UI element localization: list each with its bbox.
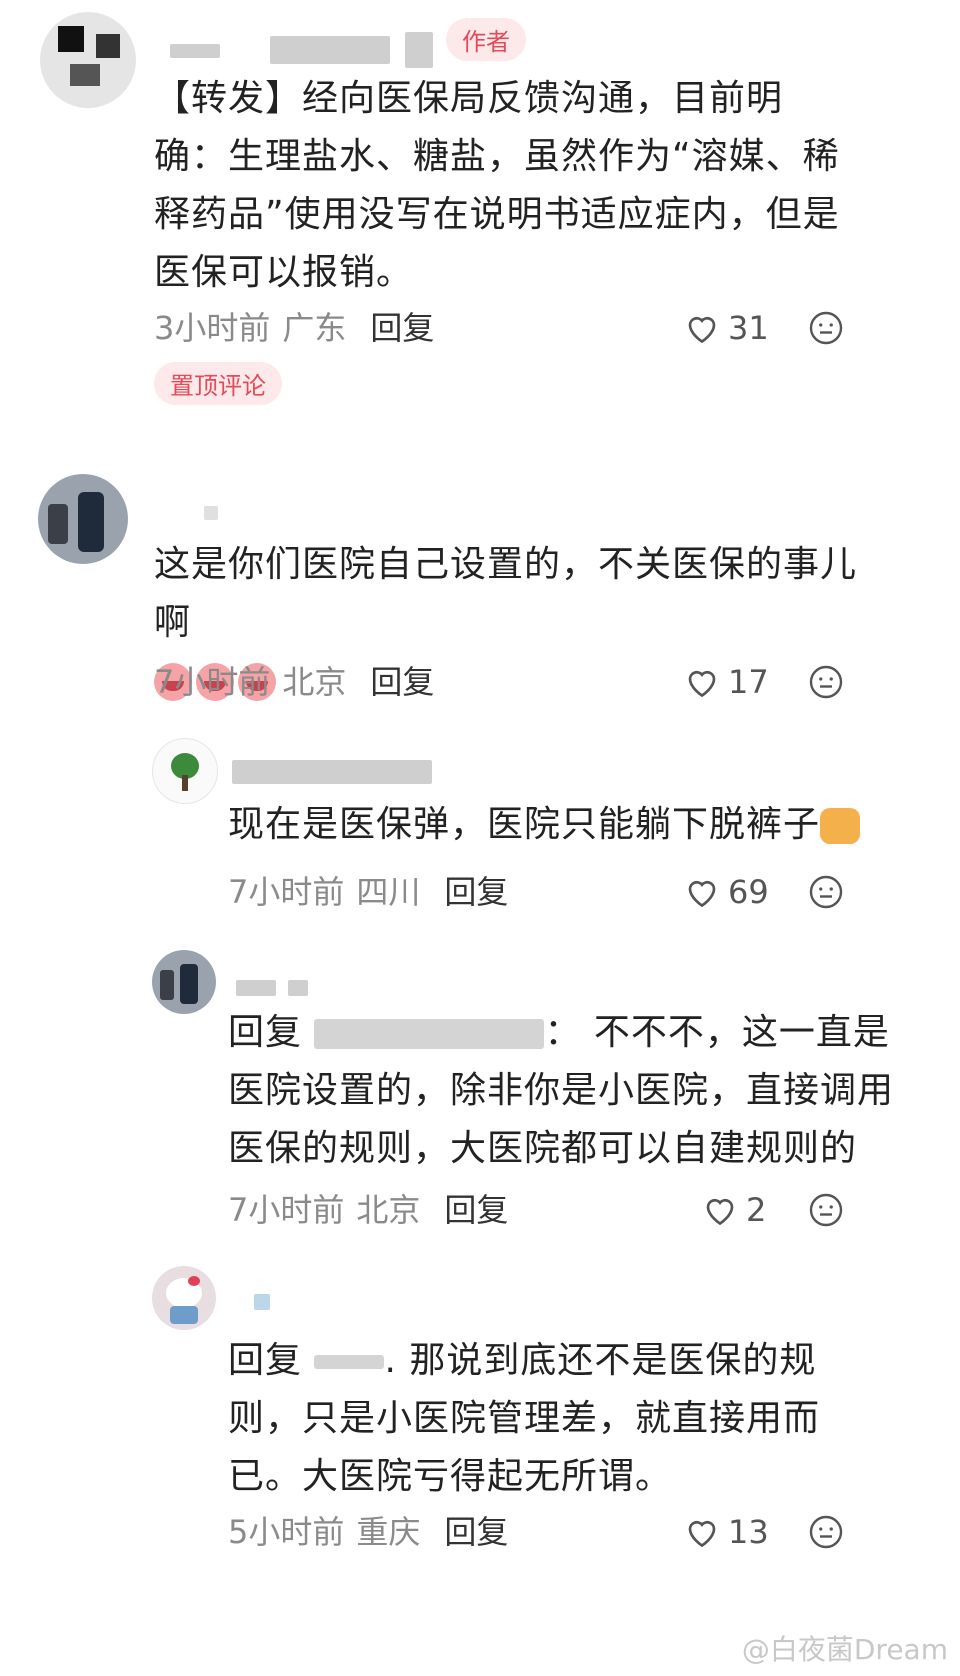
comment-meta: 3小时前 广东 回复: [154, 308, 434, 348]
like-count: 2: [746, 1191, 767, 1229]
comment-time: 7小时前: [228, 873, 345, 911]
smiley-face-icon[interactable]: [808, 874, 844, 910]
comment-body: 这是你们医院自己设置的，不关医保的事儿啊: [154, 544, 858, 643]
avatar[interactable]: [152, 738, 218, 804]
heart-outline-icon: [688, 1520, 716, 1548]
comment-time: 7小时前: [154, 663, 271, 701]
comment-location: 北京: [356, 1191, 421, 1229]
heart-outline-icon: [706, 1198, 734, 1226]
comment-text: 回复 ： 不不不，这一直是医院设置的，除非你是小医院，直接调用医保的规则，大医院…: [228, 1012, 895, 1169]
reply-button[interactable]: 回复: [370, 309, 434, 347]
comment-text: 【转发】经向医保局反馈沟通，目前明确：生理盐水、糖盐，虽然作为“溶媒、稀释药品”…: [154, 78, 840, 293]
like-button[interactable]: 2: [702, 1190, 766, 1230]
heart-outline-icon: [688, 316, 716, 344]
username-blurred[interactable]: [236, 980, 276, 996]
reply-target-blurred[interactable]: [314, 1355, 385, 1369]
avatar[interactable]: [152, 1266, 216, 1330]
comment-time: 5小时前: [228, 1513, 345, 1551]
smiley-face-icon[interactable]: [808, 664, 844, 700]
username-blurred[interactable]: [270, 36, 390, 64]
reply-button[interactable]: 回复: [370, 663, 434, 701]
smiley-face-icon[interactable]: [808, 1514, 844, 1550]
comment-meta: 7小时前 四川 回复: [228, 872, 508, 912]
username-blurred[interactable]: [232, 760, 432, 784]
comment-meta: 7小时前 北京 回复: [228, 1190, 508, 1230]
avatar[interactable]: [152, 950, 216, 1014]
comment-text: 回复 . 那说到底还不是医保的规则，只是小医院管理差，就直接用而已。大医院亏得起…: [228, 1340, 821, 1497]
heart-outline-icon: [688, 880, 716, 908]
comment-text: 现在是医保弹，医院只能躺下脱裤子: [228, 796, 888, 854]
reply-button[interactable]: 回复: [444, 1191, 508, 1229]
username-blurred[interactable]: [405, 32, 433, 68]
comment-location: 四川: [356, 873, 421, 911]
smiley-face-icon[interactable]: [808, 1192, 844, 1228]
like-button[interactable]: 69: [684, 872, 769, 912]
comment-location: 重庆: [356, 1513, 421, 1551]
dog-emoji-icon: [820, 808, 861, 844]
avatar[interactable]: [38, 474, 128, 564]
like-button[interactable]: 13: [684, 1512, 769, 1552]
smiley-face-icon[interactable]: [808, 310, 844, 346]
comment-meta: 7小时前 北京 回复: [154, 662, 434, 702]
pinned-badge: 置顶评论: [154, 362, 282, 405]
username-blurred[interactable]: [254, 1294, 270, 1310]
watermark: @白夜菌Dream: [741, 1633, 948, 1666]
avatar[interactable]: [40, 12, 136, 108]
username-blurred[interactable]: [204, 506, 218, 520]
like-count: 31: [728, 309, 769, 347]
like-count: 13: [728, 1513, 769, 1551]
username-blurred[interactable]: [170, 44, 220, 58]
comment-body: 现在是医保弹，医院只能躺下脱裤子: [228, 804, 821, 845]
comment-time: 7小时前: [228, 1191, 345, 1229]
reply-button[interactable]: 回复: [444, 873, 508, 911]
reply-prefix: 回复: [228, 1340, 303, 1381]
heart-outline-icon: [688, 670, 716, 698]
author-badge: 作者: [446, 18, 526, 61]
comment-time: 3小时前: [154, 309, 271, 347]
comment-meta: 5小时前 重庆 回复: [228, 1512, 508, 1552]
like-count: 69: [728, 873, 769, 911]
reply-target-blurred[interactable]: [314, 1019, 545, 1049]
like-button[interactable]: 17: [684, 662, 769, 702]
comment-location: 北京: [282, 663, 347, 701]
comment-location: 广东: [282, 309, 347, 347]
reply-prefix: 回复: [228, 1012, 303, 1053]
like-count: 17: [728, 663, 769, 701]
username-blurred[interactable]: [288, 980, 308, 996]
reply-button[interactable]: 回复: [444, 1513, 508, 1551]
like-button[interactable]: 31: [684, 308, 769, 348]
